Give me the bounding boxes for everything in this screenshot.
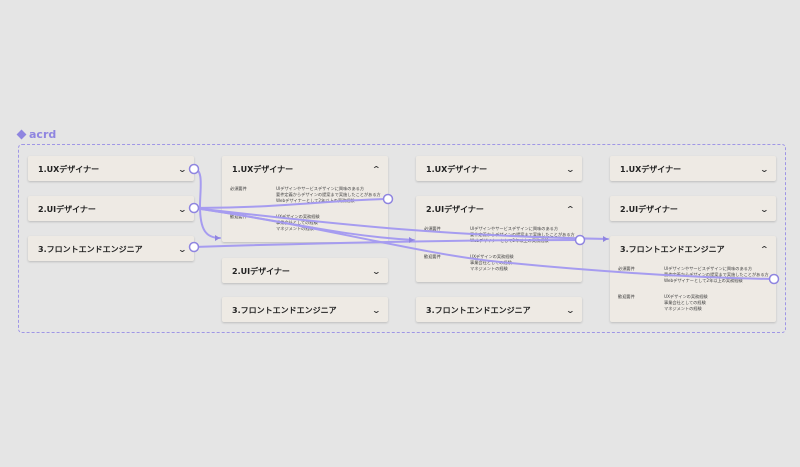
welcome-label: 歓迎要件: [424, 254, 441, 259]
accordion-title: 1.UXデザイナー: [426, 164, 488, 174]
accordion-title: 3.フロントエンドエンジニア: [232, 305, 337, 315]
chevron-down-icon: ⌄: [177, 244, 188, 254]
accordion-title: 3.フロントエンドエンジニア: [620, 244, 725, 254]
accordion-item-ui[interactable]: 2.UIデザイナー ⌄: [28, 196, 194, 221]
accordion-item-ux[interactable]: 1.UXデザイナー ⌄: [416, 156, 582, 181]
chevron-down-icon: ⌄: [565, 164, 576, 174]
chevron-down-icon: ⌄: [759, 164, 770, 174]
chevron-up-icon: ⌃: [371, 164, 382, 174]
accordion-title: 3.フロントエンドエンジニア: [38, 244, 143, 254]
chevron-down-icon: ⌄: [759, 204, 770, 214]
accordion-item-frontend[interactable]: 3.フロントエンドエンジニア ⌄: [28, 236, 194, 261]
component-diamond-icon: [16, 129, 27, 140]
welcome-label: 歓迎要件: [618, 294, 635, 299]
required-label: 必須要件: [230, 186, 247, 191]
chevron-down-icon: ⌄: [177, 204, 188, 214]
accordion-item-frontend[interactable]: 3.フロントエンドエンジニア ⌄: [416, 297, 582, 322]
frame-label[interactable]: acrd: [16, 128, 57, 141]
accordion-item-ui-expanded[interactable]: 2.UIデザイナー ⌃ 必須要件 UIデザインやサービスデザインに興味のある方 要…: [416, 196, 582, 282]
accordion-item-frontend-expanded[interactable]: 3.フロントエンドエンジニア ⌃ 必須要件 UIデザインやサービスデザインに興味の…: [610, 236, 776, 322]
accordion-title: 2.UIデザイナー: [620, 204, 678, 214]
accordion-title: 1.UXデザイナー: [38, 164, 100, 174]
chevron-up-icon: ⌃: [759, 244, 770, 254]
frame-name: acrd: [29, 128, 57, 141]
accordion-item-frontend[interactable]: 3.フロントエンドエンジニア ⌄: [222, 297, 388, 322]
accordion-title: 2.UIデザイナー: [232, 266, 290, 276]
accordion-item-ui[interactable]: 2.UIデザイナー ⌄: [610, 196, 776, 221]
accordion-title: 1.UXデザイナー: [232, 164, 294, 174]
required-label: 必須要件: [424, 226, 441, 231]
chevron-down-icon: ⌄: [371, 266, 382, 276]
detail-line: Webデザイナーとして2年以上の実務経験: [664, 278, 743, 283]
accordion-item-ui[interactable]: 2.UIデザイナー ⌄: [222, 258, 388, 283]
accordion-title: 2.UIデザイナー: [38, 204, 96, 214]
chevron-up-icon: ⌃: [565, 204, 576, 214]
detail-line: Webデザイナーとして2年以上の実務経験: [276, 198, 355, 203]
detail-line: マネジメントの経験: [276, 226, 314, 231]
chevron-down-icon: ⌄: [177, 164, 188, 174]
accordion-item-ux[interactable]: 1.UXデザイナー ⌄: [28, 156, 194, 181]
accordion-title: 3.フロントエンドエンジニア: [426, 305, 531, 315]
required-label: 必須要件: [618, 266, 635, 271]
welcome-label: 歓迎要件: [230, 214, 247, 219]
accordion-item-ux-expanded[interactable]: 1.UXデザイナー ⌃ 必須要件 UIデザインやサービスデザインに興味のある方 要…: [222, 156, 388, 242]
accordion-title: 1.UXデザイナー: [620, 164, 682, 174]
accordion-item-ux[interactable]: 1.UXデザイナー ⌄: [610, 156, 776, 181]
accordion-title: 2.UIデザイナー: [426, 204, 484, 214]
detail-line: マネジメントの経験: [470, 266, 508, 271]
detail-line: マネジメントの経験: [664, 306, 702, 311]
chevron-down-icon: ⌄: [371, 305, 382, 315]
detail-line: Webデザイナーとして2年以上の実務経験: [470, 238, 549, 243]
chevron-down-icon: ⌄: [565, 305, 576, 315]
